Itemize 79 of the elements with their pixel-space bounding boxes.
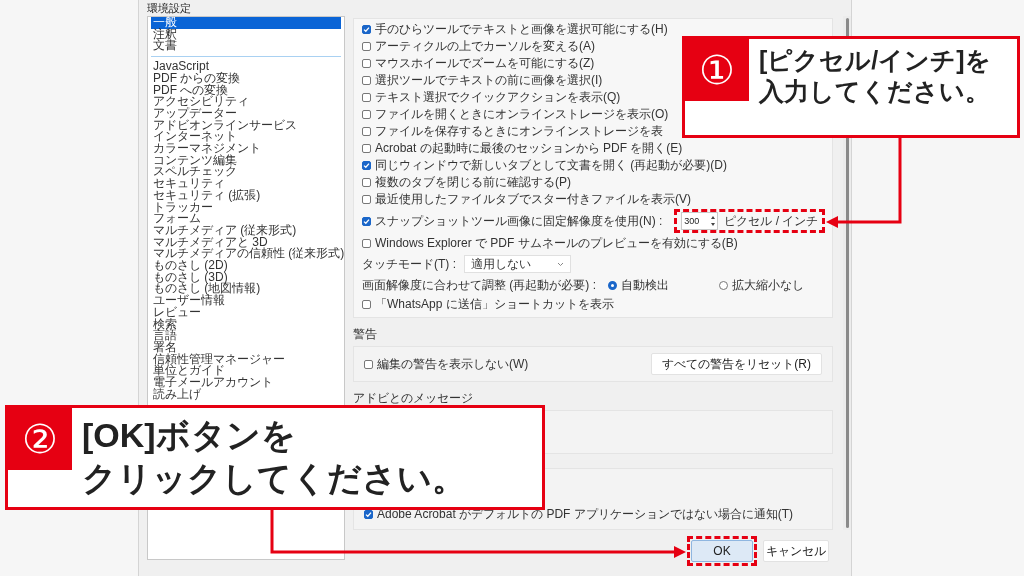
touch-mode-dropdown[interactable]: 適用しない — [464, 255, 571, 273]
checkbox[interactable] — [362, 75, 371, 85]
checkbox[interactable] — [362, 177, 371, 187]
checkbox[interactable] — [364, 359, 373, 369]
radio-button[interactable] — [719, 280, 728, 290]
category-item[interactable]: レビュー — [151, 306, 341, 319]
category-item[interactable]: フォーム — [151, 213, 341, 225]
category-item[interactable]: ユーザー情報 — [151, 295, 341, 307]
window-title: 環境設定 — [146, 1, 192, 16]
radio-label: 拡大縮小なし — [732, 278, 804, 292]
category-item[interactable]: ものさし (2D) — [151, 260, 341, 272]
step-number: ② — [8, 408, 72, 470]
category-item[interactable]: アクセシビリティ — [151, 96, 341, 108]
radio-label: 自動検出 — [621, 278, 669, 292]
checkbox[interactable] — [362, 41, 371, 51]
option-label: ファイルを開くときにオンラインストレージを表示(O) — [375, 107, 669, 121]
category-item[interactable]: コンテンツ編集 — [151, 154, 341, 167]
checkbox[interactable] — [362, 299, 371, 309]
category-item[interactable]: 信頼性管理マネージャー — [151, 353, 341, 366]
option-label: 「WhatsApp に送信」ショートカットを表示 — [375, 297, 614, 311]
instruction-text: [ピクセル/インチ]を — [759, 45, 991, 76]
checkbox[interactable] — [362, 24, 371, 34]
option-label: Acrobat の起動時に最後のセッションから PDF を開く(E) — [375, 141, 683, 155]
option-label: テキスト選択でクイックアクションを表示(Q) — [375, 90, 621, 104]
option-label: 選択ツールでテキストの前に画像を選択(I) — [375, 73, 603, 87]
category-item[interactable]: アドビオンラインサービス — [151, 119, 341, 132]
option-label: 複数のタブを閉じる前に確認する(P) — [375, 175, 571, 189]
category-item[interactable]: JavaScript — [151, 61, 341, 73]
category-item[interactable]: PDF への変換 — [151, 84, 341, 97]
step-number: ① — [685, 39, 749, 101]
option-label: 画面解像度に合わせて調整 (再起動が必要) : — [362, 278, 596, 292]
category-item[interactable]: 注釈 — [151, 28, 341, 41]
option-label: Windows Explorer で PDF サムネールのプレビューを有効にする(B) — [375, 236, 738, 250]
category-item[interactable]: トラッカー — [151, 201, 341, 214]
category-item[interactable]: アップデーター — [151, 107, 341, 120]
checkbox[interactable] — [362, 238, 371, 248]
checkbox[interactable] — [362, 194, 371, 204]
option-label: タッチモード(T) : — [362, 257, 456, 271]
instruction-text: [OK]ボタンを — [82, 415, 297, 456]
category-item[interactable]: 電子メールアカウント — [151, 377, 341, 389]
category-item[interactable]: 署名 — [151, 342, 341, 354]
category-item[interactable]: セキュリティ (拡張) — [151, 189, 341, 202]
option-label: アーティクルの上でカーソルを変える(A) — [375, 39, 595, 53]
option-label: 同じウィンドウで新しいタブとして文書を開く (再起動が必要)(D) — [375, 158, 727, 172]
ok-button[interactable]: OK — [691, 540, 753, 562]
category-item[interactable]: セキュリティ — [151, 178, 341, 190]
category-item[interactable]: 言語 — [151, 330, 341, 342]
option-label: 手のひらツールでテキストと画像を選択可能にする(H) — [375, 22, 668, 36]
instruction-text: 入力してください。 — [759, 76, 991, 108]
option-label: Adobe Acrobat がデフォルトの PDF アプリケーションではない場合に通知(T) — [377, 507, 794, 521]
checkbox[interactable] — [362, 143, 371, 153]
checkbox[interactable] — [362, 126, 371, 136]
option-label: スナップショットツール画像に固定解像度を使用(N) : — [375, 214, 663, 228]
category-item[interactable]: PDF からの変換 — [151, 72, 341, 85]
instruction-text: クリックしてください。 — [82, 457, 466, 499]
option-label: 最近使用したファイルタブでスター付きファイルを表示(V) — [375, 192, 691, 206]
category-item[interactable]: インターネット — [151, 131, 341, 144]
category-item[interactable]: マルチメディア (従来形式) — [151, 224, 341, 237]
category-item[interactable]: 検索 — [151, 318, 341, 331]
section-title: アドビとのメッセージ — [353, 390, 473, 407]
checkbox[interactable] — [362, 58, 371, 68]
checkbox[interactable] — [362, 92, 371, 102]
category-item[interactable]: スペルチェック — [151, 166, 341, 179]
chevron-down-icon — [557, 261, 564, 267]
category-item[interactable]: 一般 — [151, 17, 341, 29]
unit-label: ピクセル / インチ — [724, 214, 819, 228]
cancel-button[interactable]: キャンセル — [763, 540, 829, 562]
category-item[interactable]: 読み上げ — [151, 388, 341, 401]
checkbox[interactable] — [362, 160, 371, 170]
section-title: 警告 — [353, 326, 377, 343]
option-label: マウスホイールでズームを可能にする(Z) — [375, 56, 595, 70]
option-label: 編集の警告を表示しない(W) — [377, 357, 529, 371]
resolution-field[interactable]: 300 — [681, 212, 719, 230]
option-label: ファイルを保存するときにオンラインストレージを表 — [375, 124, 663, 138]
checkbox[interactable] — [362, 109, 371, 119]
reset-warnings-button[interactable]: すべての警告をリセット(R) — [651, 353, 822, 375]
radio-button[interactable] — [608, 280, 617, 290]
category-item[interactable]: 文書 — [151, 40, 341, 53]
checkbox[interactable] — [362, 216, 371, 226]
